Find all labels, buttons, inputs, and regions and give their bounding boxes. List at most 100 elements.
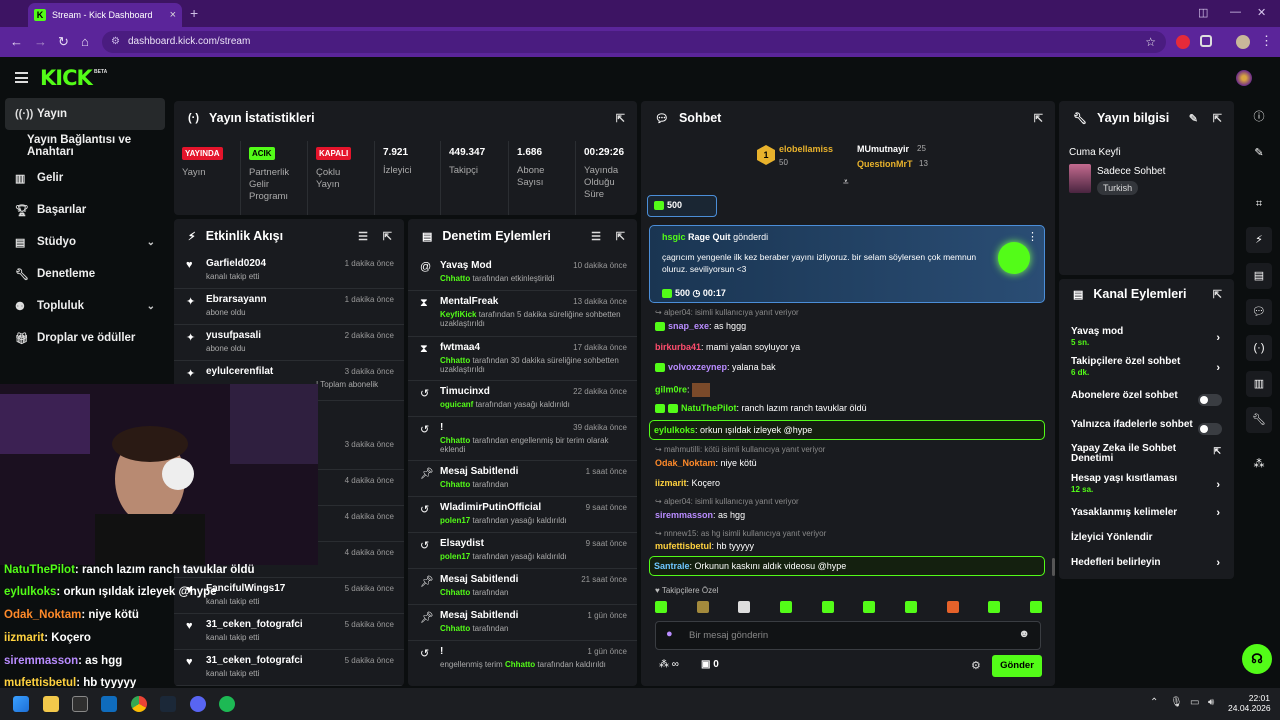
emote-icon[interactable] xyxy=(1029,601,1042,613)
clock[interactable]: 22:01 24.04.2026 xyxy=(1228,693,1271,713)
chat-user[interactable]: NatuThePilot xyxy=(681,403,737,413)
moderation-log-icon[interactable]: ▤ xyxy=(1246,263,1272,289)
emoji-picker-icon[interactable]: ☻ xyxy=(1018,628,1030,640)
chat-user[interactable]: volvoxzeynep xyxy=(668,362,727,372)
emotes-only-toggle[interactable] xyxy=(1198,423,1222,435)
steam-icon[interactable] xyxy=(160,696,176,712)
category-thumbnail[interactable] xyxy=(1069,164,1091,193)
profile-menu-icon[interactable]: ◫ xyxy=(1198,6,1208,19)
sidebar-item-community[interactable]: ⚉ Topluluk ⌄ xyxy=(5,290,165,322)
sidebar-item-stream[interactable]: ((·)) Yayın xyxy=(5,98,165,130)
more-options-icon[interactable]: ⋮ xyxy=(1027,230,1038,243)
extension-icon[interactable] xyxy=(1176,35,1190,49)
emote-icon[interactable] xyxy=(904,601,917,613)
close-tab-icon[interactable]: × xyxy=(170,9,176,21)
chat-input[interactable]: ● Bir mesaj gönderin ☻ xyxy=(655,621,1041,650)
discord-icon[interactable] xyxy=(190,696,206,712)
tools-wrench-icon[interactable]: 🔧︎ xyxy=(1246,407,1272,433)
chat-user[interactable]: eylulkoks xyxy=(654,425,695,435)
emote-icon[interactable] xyxy=(696,601,709,613)
popout-icon[interactable]: ⇱ xyxy=(616,230,625,243)
emote-icon[interactable] xyxy=(779,601,792,613)
mod-actor[interactable]: Chhatto xyxy=(440,356,470,365)
action-followers-only[interactable]: Takipçilere özel sohbet 6 dk. › xyxy=(1059,356,1234,385)
start-windows-icon[interactable] xyxy=(13,696,29,712)
category-name[interactable]: Sadece Sohbet xyxy=(1097,166,1165,177)
minimize-icon[interactable]: — xyxy=(1230,6,1241,18)
mod-actor[interactable]: Chhatto xyxy=(440,436,470,445)
mod-actor[interactable]: Chhatto xyxy=(440,588,470,597)
subscribers-only-toggle[interactable] xyxy=(1198,394,1222,406)
volume-icon[interactable]: 🔊︎ xyxy=(1208,697,1214,708)
top-gifter-name[interactable]: QuestionMrT xyxy=(857,159,913,169)
tray-chevron-up-icon[interactable]: ⌃ xyxy=(1150,697,1158,708)
new-tab-icon[interactable]: + xyxy=(190,5,198,21)
sidebar-item-achievements[interactable]: 🏆︎ Başarılar xyxy=(5,194,165,226)
chat-user[interactable]: Odak_Noktam xyxy=(655,458,716,468)
broadcast-toggle-icon[interactable]: (·) xyxy=(1246,335,1272,361)
activity-bolt-icon[interactable]: ⚡︎ xyxy=(1246,227,1272,253)
forward-icon[interactable]: → xyxy=(34,34,47,49)
browser-tab[interactable]: K Stream - Kick Dashboard × xyxy=(28,3,182,27)
mod-actor[interactable]: KeyfiKick xyxy=(440,310,476,319)
community-infinite-icon[interactable]: ⁂ ∞ xyxy=(659,659,679,670)
pinned-user[interactable]: hsgic xyxy=(662,232,686,242)
chrome-icon[interactable] xyxy=(131,696,147,712)
popout-icon[interactable]: ⇱ xyxy=(1034,112,1043,125)
site-info-icon[interactable]: ⚙ xyxy=(111,31,120,53)
mod-actor[interactable]: polen17 xyxy=(440,552,470,561)
support-headset-icon[interactable]: ☊ xyxy=(1242,644,1272,674)
bookmark-star-icon[interactable]: ☆ xyxy=(1145,31,1156,53)
emote-icon[interactable] xyxy=(946,601,959,613)
kicks-counter[interactable]: ▣ 0 xyxy=(701,659,719,670)
emote-icon[interactable] xyxy=(655,601,667,613)
spotify-icon[interactable] xyxy=(219,696,235,712)
reload-icon[interactable]: ↻ xyxy=(58,34,69,50)
close-window-icon[interactable]: ✕ xyxy=(1257,6,1266,19)
microsoft-store-icon[interactable] xyxy=(72,696,88,712)
send-button[interactable]: Gönder xyxy=(992,655,1042,677)
mod-actor[interactable]: Chhatto xyxy=(505,660,535,669)
profile-avatar[interactable] xyxy=(1236,35,1250,49)
action-goals[interactable]: Hedefleri belirleyin › xyxy=(1059,557,1234,579)
action-slow-mode[interactable]: Yavaş mod 5 sn. › xyxy=(1059,326,1234,355)
filter-icon[interactable]: ☰ xyxy=(358,230,368,243)
info-icon[interactable]: ⓘ xyxy=(1246,104,1272,130)
file-explorer-icon[interactable] xyxy=(43,696,59,712)
popout-icon[interactable]: ⇱ xyxy=(383,230,392,243)
chat-toggle-icon[interactable]: 💬︎ xyxy=(1246,299,1272,325)
emote-icon[interactable] xyxy=(863,601,876,613)
top-gifter-name[interactable]: elobellamiss xyxy=(779,144,833,154)
outlook-icon[interactable] xyxy=(101,696,117,712)
mod-actor[interactable]: Chhatto xyxy=(440,624,470,633)
emote-icon[interactable] xyxy=(738,601,751,613)
add-widget-icon[interactable]: ⁂ xyxy=(1246,451,1272,477)
channel-actions-toggle-icon[interactable]: ▥ xyxy=(1246,371,1272,397)
chat-user[interactable]: birkurba41 xyxy=(655,342,701,352)
edit-pencil-icon[interactable]: ✎ xyxy=(1189,112,1198,125)
chat-user[interactable]: siremmasson xyxy=(655,510,713,520)
chat-user[interactable]: gilm0re xyxy=(655,384,687,394)
expand-gifters-icon[interactable]: ⩡ xyxy=(843,177,849,188)
focus-icon[interactable]: ⌗ xyxy=(1246,191,1272,217)
popout-icon[interactable]: ⇱ xyxy=(616,112,625,125)
address-bar[interactable]: ⚙ dashboard.kick.com/stream ☆ xyxy=(102,31,1166,53)
chat-user[interactable]: iizmarit xyxy=(655,478,687,488)
chat-user[interactable]: snap_exe xyxy=(668,321,709,331)
action-ai-moderation[interactable]: Yapay Zeka ile Sohbet Denetimi ⇱ xyxy=(1059,444,1221,473)
mod-actor[interactable]: polen17 xyxy=(440,516,470,525)
popout-icon[interactable]: ⇱ xyxy=(1213,112,1222,125)
chat-user[interactable]: mufettisbetul xyxy=(655,541,712,551)
chat-user[interactable]: Santrale xyxy=(654,561,690,571)
sidebar-item-revenue[interactable]: ▥ Gelir xyxy=(5,162,165,194)
sidebar-item-studio[interactable]: ▤ Stüdyo ⌄ xyxy=(5,226,165,258)
chat-scrollbar[interactable] xyxy=(1052,558,1055,576)
emote-icon[interactable] xyxy=(988,601,1001,613)
sidebar-item-moderation[interactable]: 🔧︎ Denetleme xyxy=(5,258,165,290)
mod-actor[interactable]: Chhatto xyxy=(440,480,470,489)
home-icon[interactable]: ⌂ xyxy=(81,34,89,49)
action-account-age[interactable]: Hesap yaşı kısıtlaması 12 sa. › xyxy=(1059,473,1234,502)
hamburger-menu-icon[interactable] xyxy=(15,72,28,83)
network-icon[interactable]: ▭ xyxy=(1190,697,1199,708)
back-icon[interactable]: ← xyxy=(10,34,23,49)
